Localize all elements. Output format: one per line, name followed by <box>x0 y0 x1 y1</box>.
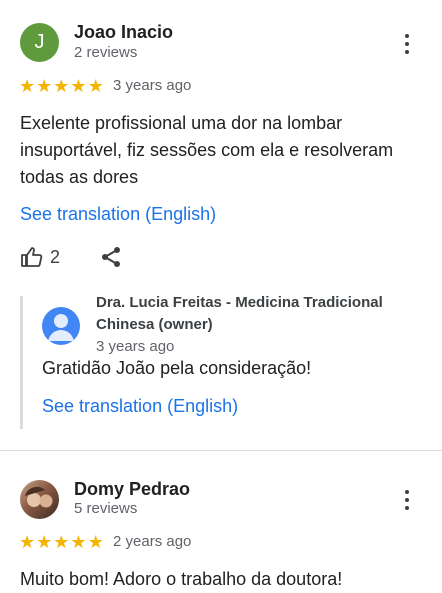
star-icon: ★ <box>70 532 87 552</box>
reply-indent-bar <box>20 296 23 429</box>
thumb-up-icon <box>21 247 43 267</box>
reviewer-name[interactable]: Joao Inacio <box>74 22 173 43</box>
owner-avatar[interactable] <box>42 307 80 345</box>
owner-reply-text: Gratidão João pela consideração! <box>42 358 312 378</box>
reviewer-review-count: 2 reviews <box>74 44 138 61</box>
review-age: 2 years ago <box>113 533 192 550</box>
star-icon: ★ <box>87 76 104 96</box>
star-icon: ★ <box>36 76 53 96</box>
owner-name[interactable]: Dra. Lucia Freitas - Medicina Tradiciona… <box>96 292 406 336</box>
star-icon: ★ <box>53 532 70 552</box>
share-icon <box>102 247 120 267</box>
more-options-icon[interactable] <box>395 32 419 56</box>
star-icon: ★ <box>53 76 70 96</box>
more-options-icon[interactable] <box>395 488 419 512</box>
reviewer-review-count: 5 reviews <box>74 500 138 517</box>
avatar-photo <box>25 486 53 508</box>
star-icon: ★ <box>70 76 87 96</box>
review-text: Exelente profissional uma dor na lombar … <box>20 113 394 187</box>
star-rating: ★ ★ ★ ★ ★ <box>19 77 104 95</box>
share-button[interactable] <box>99 245 123 274</box>
reviewer-avatar-photo[interactable] <box>20 480 59 519</box>
person-icon <box>48 314 74 341</box>
review-divider <box>0 450 442 451</box>
reviewer-name[interactable]: Domy Pedrao <box>74 479 190 500</box>
see-translation-link[interactable]: See translation (English) <box>20 204 216 225</box>
star-rating: ★ ★ ★ ★ ★ <box>19 533 104 551</box>
star-icon: ★ <box>36 532 53 552</box>
star-icon: ★ <box>19 532 36 552</box>
reviewer-avatar[interactable]: J <box>20 23 59 62</box>
like-count: 2 <box>50 246 61 267</box>
owner-reply-age: 3 years ago <box>96 338 175 355</box>
owner-see-translation-link[interactable]: See translation (English) <box>42 396 238 417</box>
star-icon: ★ <box>87 532 104 552</box>
star-icon: ★ <box>19 76 36 96</box>
review-age: 3 years ago <box>113 77 192 94</box>
like-button[interactable]: 2 <box>20 244 80 270</box>
